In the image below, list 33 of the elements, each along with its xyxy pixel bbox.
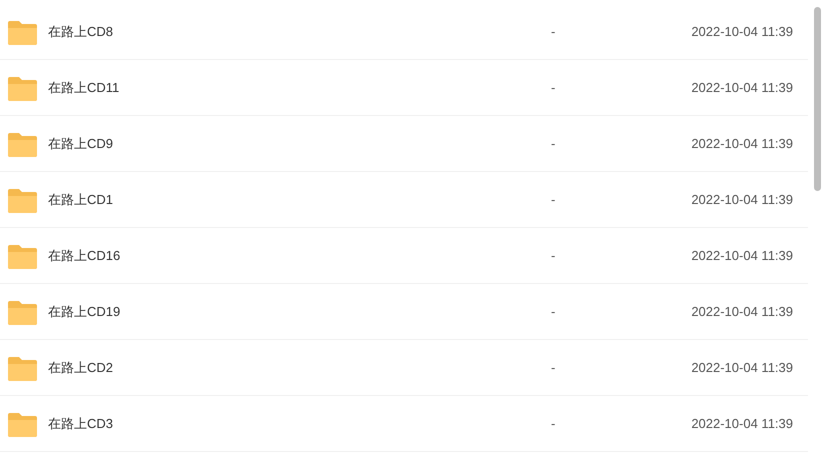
file-size: - <box>551 78 556 97</box>
file-name[interactable]: 在路上CD3 <box>48 414 448 434</box>
file-name[interactable]: 在路上CD8 <box>48 22 448 42</box>
folder-icon <box>8 354 37 380</box>
file-size: - <box>551 190 556 209</box>
file-size: - <box>551 414 556 433</box>
modified-date: 2022-10-04 11:39 <box>691 246 793 265</box>
folder-icon <box>8 410 37 436</box>
modified-date: 2022-10-04 11:39 <box>691 134 793 153</box>
file-name[interactable]: 在路上CD11 <box>48 78 448 98</box>
modified-date: 2022-10-04 11:39 <box>691 358 793 377</box>
file-size: - <box>551 22 556 41</box>
scrollbar-thumb[interactable] <box>814 7 820 191</box>
file-name[interactable]: 在路上CD9 <box>48 134 448 154</box>
folder-icon <box>8 298 37 324</box>
folder-icon <box>8 186 37 212</box>
modified-date: 2022-10-04 11:39 <box>691 22 793 41</box>
file-size: - <box>551 246 556 265</box>
folder-icon <box>8 18 37 44</box>
modified-date: 2022-10-04 11:39 <box>691 414 793 433</box>
modified-date: 2022-10-04 11:39 <box>691 190 793 209</box>
modified-date: 2022-10-04 11:39 <box>691 78 793 97</box>
file-name[interactable]: 在路上CD16 <box>48 246 448 266</box>
file-name[interactable]: 在路上CD1 <box>48 190 448 210</box>
folder-icon <box>8 74 37 100</box>
file-name[interactable]: 在路上CD2 <box>48 358 448 378</box>
folder-icon <box>8 242 37 268</box>
folder-icon <box>8 130 37 156</box>
file-name[interactable]: 在路上CD19 <box>48 302 448 322</box>
file-size: - <box>551 358 556 377</box>
file-size: - <box>551 134 556 153</box>
modified-date: 2022-10-04 11:39 <box>691 302 793 321</box>
file-size: - <box>551 302 556 321</box>
